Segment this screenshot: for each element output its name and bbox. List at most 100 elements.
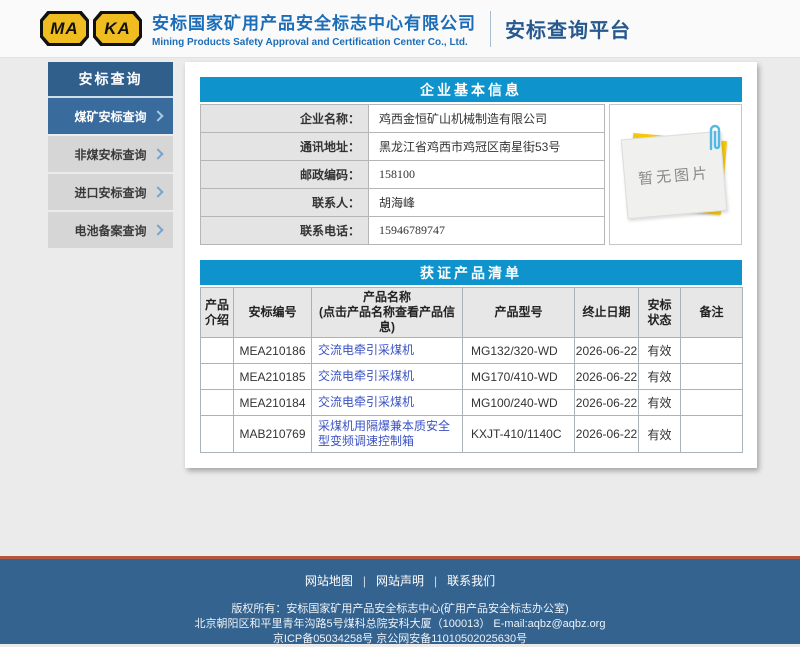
end-date-cell: 2026-06-22: [575, 364, 639, 390]
footer-link-statement[interactable]: 网站声明: [376, 574, 424, 588]
page-footer: 网站地图 | 网站声明 | 联系我们 版权所有：安标国家矿用产品安全标志中心(矿用产品安…: [0, 556, 800, 644]
sidebar-nav: 安标查询 煤矿安标查询 非煤安标查询 进口安标查询 电池备案查询: [48, 62, 173, 250]
sidebar-item-coal-query[interactable]: 煤矿安标查询: [48, 98, 173, 134]
product-name-cell: 交流电牵引采煤机: [312, 338, 463, 364]
company-info-table: 企业名称： 鸡西金恒矿山机械制造有限公司 通讯地址： 黑龙江省鸡西市鸡冠区南星街…: [200, 104, 605, 245]
status-cell: 有效: [639, 338, 681, 364]
note-cell: [681, 416, 743, 453]
product-model-cell: KXJT-410/1140C: [463, 416, 575, 453]
no-image-text: 暂无图片: [637, 161, 711, 188]
table-row: 联系人： 胡海峰: [201, 189, 605, 217]
note-cell: [681, 390, 743, 416]
footer-address: 北京朝阳区和平里青年沟路5号煤科总院安科大厦（100013） E-mail:aq…: [0, 617, 800, 632]
product-name-cell: 交流电牵引采煤机: [312, 390, 463, 416]
company-info-section: 企业名称： 鸡西金恒矿山机械制造有限公司 通讯地址： 黑龙江省鸡西市鸡冠区南星街…: [200, 104, 742, 245]
footer-copyright: 版权所有：安标国家矿用产品安全标志中心(矿用产品安全标志办公室): [0, 602, 800, 617]
approval-code-cell: MEA210186: [234, 338, 312, 364]
note-cell: [681, 364, 743, 390]
col-product-intro: 产品 介绍: [201, 288, 234, 338]
table-row: MEA210185 交流电牵引采煤机 MG170/410-WD 2026-06-…: [201, 364, 743, 390]
table-header-row: 产品 介绍 安标编号 产品名称 (点击产品名称查看产品信息) 产品型号 终止日期…: [201, 288, 743, 338]
footer-separator: |: [363, 574, 366, 588]
end-date-cell: 2026-06-22: [575, 390, 639, 416]
footer-separator: |: [434, 574, 437, 588]
chevron-right-icon: [152, 224, 163, 235]
product-intro-cell: [201, 416, 234, 453]
table-row: 通讯地址： 黑龙江省鸡西市鸡冠区南星街53号: [201, 133, 605, 161]
footer-icp: 京ICP备05034258号 京公网安备11010502025630号: [0, 632, 800, 647]
product-list-header: 获证产品清单: [200, 260, 742, 285]
contact-person-label: 联系人：: [201, 189, 369, 217]
end-date-cell: 2026-06-22: [575, 338, 639, 364]
main-content-panel: 企业基本信息 企业名称： 鸡西金恒矿山机械制造有限公司 通讯地址： 黑龙江省鸡西…: [185, 62, 757, 468]
table-row: 联系电话： 15946789747: [201, 217, 605, 245]
product-name-cell: 采煤机用隔爆兼本质安全型变频调速控制箱: [312, 416, 463, 453]
product-name-link[interactable]: 交流电牵引采煤机: [318, 343, 414, 357]
approval-code-cell: MEA210185: [234, 364, 312, 390]
product-name-cell: 交流电牵引采煤机: [312, 364, 463, 390]
note-cell: [681, 338, 743, 364]
table-row: 邮政编码： 158100: [201, 161, 605, 189]
status-cell: 有效: [639, 364, 681, 390]
header-divider: [490, 11, 491, 47]
org-title-block: 安标国家矿用产品安全标志中心有限公司 Mining Products Safet…: [152, 9, 476, 48]
company-name-label: 企业名称：: [201, 105, 369, 133]
product-intro-cell: [201, 364, 234, 390]
chevron-right-icon: [152, 186, 163, 197]
table-row: MEA210184 交流电牵引采煤机 MG100/240-WD 2026-06-…: [201, 390, 743, 416]
contact-person-value: 胡海峰: [369, 189, 605, 217]
logo-badge-ka: KA: [93, 11, 142, 46]
chevron-right-icon: [152, 110, 163, 121]
col-approval-code: 安标编号: [234, 288, 312, 338]
org-name-english: Mining Products Safety Approval and Cert…: [152, 37, 476, 48]
page-header: MA KA 安标国家矿用产品安全标志中心有限公司 Mining Products…: [0, 0, 800, 58]
postcode-label: 邮政编码：: [201, 161, 369, 189]
col-status: 安标 状态: [639, 288, 681, 338]
table-row: MAB210769 采煤机用隔爆兼本质安全型变频调速控制箱 KXJT-410/1…: [201, 416, 743, 453]
product-name-link[interactable]: 交流电牵引采煤机: [318, 369, 414, 383]
col-note: 备注: [681, 288, 743, 338]
maka-logo: MA KA: [40, 11, 142, 46]
product-model-cell: MG132/320-WD: [463, 338, 575, 364]
platform-title: 安标查询平台: [505, 14, 631, 43]
footer-links: 网站地图 | 网站声明 | 联系我们: [0, 559, 800, 589]
company-photo-placeholder: 暂无图片: [609, 104, 742, 245]
chevron-right-icon: [152, 148, 163, 159]
sidebar-item-label: 电池备案查询: [74, 222, 146, 239]
product-name-link[interactable]: 交流电牵引采煤机: [318, 395, 414, 409]
sidebar-item-label: 非煤安标查询: [74, 146, 146, 163]
approval-code-cell: MEA210184: [234, 390, 312, 416]
phone-label: 联系电话：: [201, 217, 369, 245]
product-model-cell: MG170/410-WD: [463, 364, 575, 390]
status-cell: 有效: [639, 416, 681, 453]
address-value: 黑龙江省鸡西市鸡冠区南星街53号: [369, 133, 605, 161]
sidebar-item-battery-query[interactable]: 电池备案查询: [48, 212, 173, 248]
sidebar-item-label: 进口安标查询: [74, 184, 146, 201]
col-product-name: 产品名称 (点击产品名称查看产品信息): [312, 288, 463, 338]
logo-badge-ma: MA: [40, 11, 89, 46]
product-model-cell: MG100/240-WD: [463, 390, 575, 416]
col-product-model: 产品型号: [463, 288, 575, 338]
sidebar-item-import-query[interactable]: 进口安标查询: [48, 174, 173, 210]
address-label: 通讯地址：: [201, 133, 369, 161]
approval-code-cell: MAB210769: [234, 416, 312, 453]
sidebar-item-noncoal-query[interactable]: 非煤安标查询: [48, 136, 173, 172]
footer-link-sitemap[interactable]: 网站地图: [305, 574, 353, 588]
sidebar-item-label: 煤矿安标查询: [74, 108, 146, 125]
logo-badge-ka-text: KA: [96, 14, 139, 43]
table-row: 企业名称： 鸡西金恒矿山机械制造有限公司: [201, 105, 605, 133]
paperclip-icon: [707, 123, 723, 151]
product-intro-cell: [201, 390, 234, 416]
product-name-link[interactable]: 采煤机用隔爆兼本质安全型变频调速控制箱: [318, 419, 450, 448]
company-name-value: 鸡西金恒矿山机械制造有限公司: [369, 105, 605, 133]
col-end-date: 终止日期: [575, 288, 639, 338]
footer-link-contact[interactable]: 联系我们: [447, 574, 495, 588]
end-date-cell: 2026-06-22: [575, 416, 639, 453]
company-info-header: 企业基本信息: [200, 77, 742, 102]
postcode-value: 158100: [369, 161, 605, 189]
logo-badge-ma-text: MA: [43, 14, 86, 43]
status-cell: 有效: [639, 390, 681, 416]
phone-value: 15946789747: [369, 217, 605, 245]
product-list-table: 产品 介绍 安标编号 产品名称 (点击产品名称查看产品信息) 产品型号 终止日期…: [200, 287, 743, 453]
product-intro-cell: [201, 338, 234, 364]
